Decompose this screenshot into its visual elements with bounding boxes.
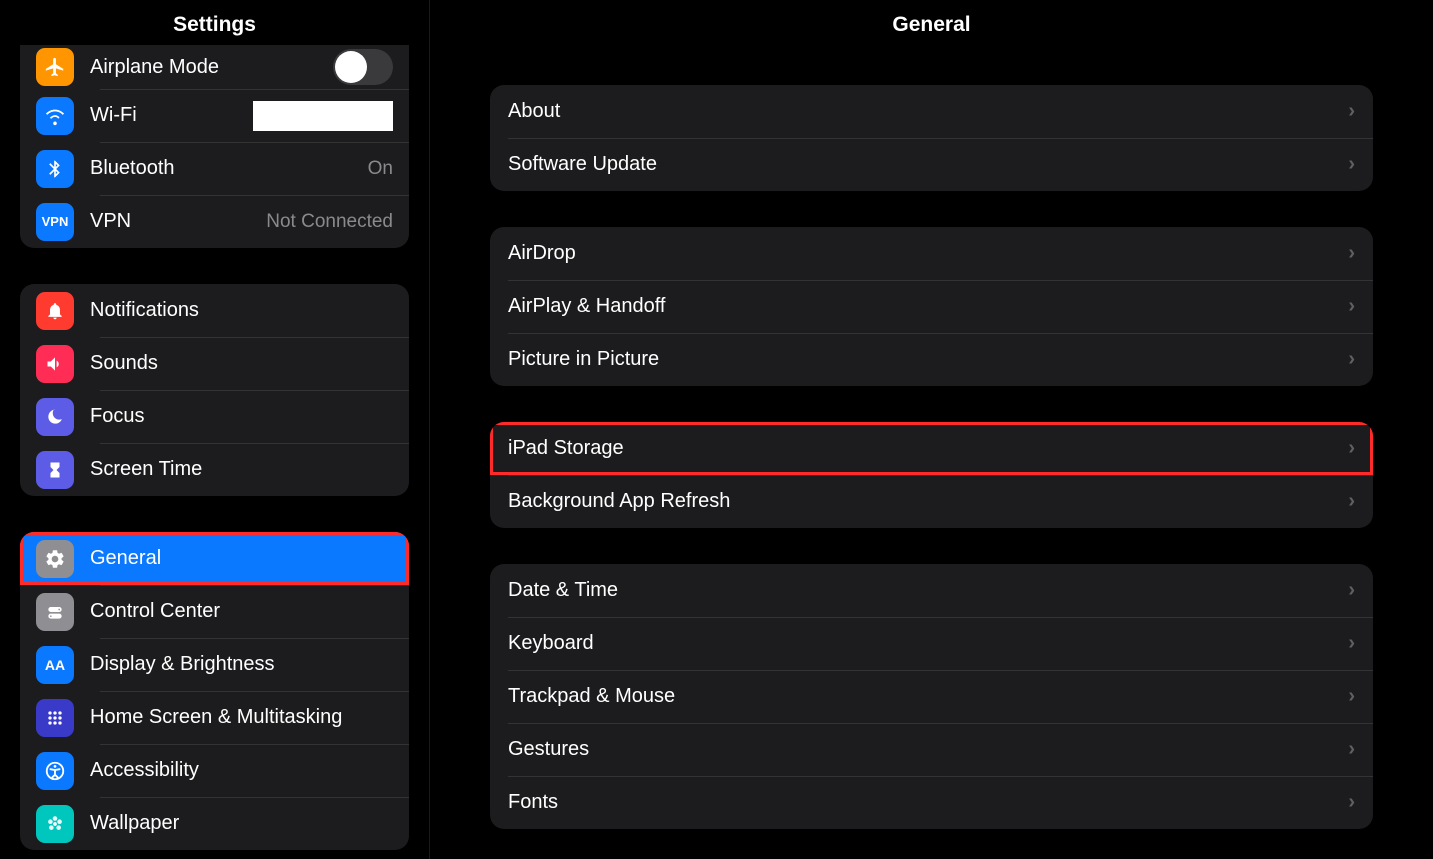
row-about[interactable]: About › <box>490 85 1373 138</box>
row-airdrop[interactable]: AirDrop › <box>490 227 1373 280</box>
sidebar-item-home-screen[interactable]: Home Screen & Multitasking <box>20 691 409 744</box>
row-ipad-storage[interactable]: iPad Storage › <box>490 422 1373 475</box>
content-title-bar: General <box>430 0 1433 45</box>
general-group-storage: iPad Storage › Background App Refresh › <box>490 422 1373 528</box>
row-background-app-refresh[interactable]: Background App Refresh › <box>490 475 1373 528</box>
chevron-right-icon: › <box>1348 685 1355 708</box>
row-software-update[interactable]: Software Update › <box>490 138 1373 191</box>
keyboard-label: Keyboard <box>508 632 1348 655</box>
wifi-label: Wi-Fi <box>90 104 253 127</box>
wifi-icon <box>36 97 74 135</box>
storage-label: iPad Storage <box>508 437 1348 460</box>
airplane-label: Airplane Mode <box>90 56 333 79</box>
flower-icon <box>36 805 74 843</box>
moon-icon <box>36 398 74 436</box>
row-airplay-handoff[interactable]: AirPlay & Handoff › <box>490 280 1373 333</box>
pip-label: Picture in Picture <box>508 348 1348 371</box>
speaker-icon <box>36 345 74 383</box>
switches-icon <box>36 593 74 631</box>
sidebar-title-bar: Settings <box>0 0 429 45</box>
content-title: General <box>892 13 970 37</box>
sidebar-item-general[interactable]: General <box>20 532 409 585</box>
sidebar-item-wifi[interactable]: Wi-Fi <box>20 89 409 142</box>
focus-label: Focus <box>90 405 393 428</box>
general-group-input: Date & Time › Keyboard › Trackpad & Mous… <box>490 564 1373 829</box>
fonts-label: Fonts <box>508 791 1348 814</box>
chevron-right-icon: › <box>1348 791 1355 814</box>
sidebar-item-wallpaper[interactable]: Wallpaper <box>20 797 409 850</box>
vpn-icon: VPN <box>36 203 74 241</box>
sidebar-item-airplane-mode[interactable]: Airplane Mode <box>20 45 409 89</box>
chevron-right-icon: › <box>1348 579 1355 602</box>
chevron-right-icon: › <box>1348 153 1355 176</box>
chevron-right-icon: › <box>1348 242 1355 265</box>
sidebar-item-control-center[interactable]: Control Center <box>20 585 409 638</box>
software-label: Software Update <box>508 153 1348 176</box>
vpn-value: Not Connected <box>266 211 393 233</box>
vpn-label: VPN <box>90 210 266 233</box>
grid-icon <box>36 699 74 737</box>
row-keyboard[interactable]: Keyboard › <box>490 617 1373 670</box>
row-trackpad-mouse[interactable]: Trackpad & Mouse › <box>490 670 1373 723</box>
settings-sidebar: Settings Airplane Mode Wi-Fi Bluetooth O… <box>0 0 430 859</box>
row-picture-in-picture[interactable]: Picture in Picture › <box>490 333 1373 386</box>
airplane-icon <box>36 48 74 86</box>
sidebar-item-vpn[interactable]: VPN VPN Not Connected <box>20 195 409 248</box>
accessibility-label: Accessibility <box>90 759 393 782</box>
chevron-right-icon: › <box>1348 632 1355 655</box>
wifi-value-redacted <box>253 101 393 131</box>
notifications-label: Notifications <box>90 299 393 322</box>
sidebar-item-sounds[interactable]: Sounds <box>20 337 409 390</box>
controlcenter-label: Control Center <box>90 600 393 623</box>
sidebar-item-accessibility[interactable]: Accessibility <box>20 744 409 797</box>
bluetooth-label: Bluetooth <box>90 157 368 180</box>
wallpaper-label: Wallpaper <box>90 812 393 835</box>
bell-icon <box>36 292 74 330</box>
trackpad-label: Trackpad & Mouse <box>508 685 1348 708</box>
sidebar-group-alerts: Notifications Sounds Focus Screen Time <box>20 284 409 496</box>
chevron-right-icon: › <box>1348 437 1355 460</box>
hourglass-icon <box>36 451 74 489</box>
screentime-label: Screen Time <box>90 458 393 481</box>
accessibility-icon <box>36 752 74 790</box>
sounds-label: Sounds <box>90 352 393 375</box>
sidebar-item-notifications[interactable]: Notifications <box>20 284 409 337</box>
row-fonts[interactable]: Fonts › <box>490 776 1373 829</box>
row-gestures[interactable]: Gestures › <box>490 723 1373 776</box>
sidebar-item-screen-time[interactable]: Screen Time <box>20 443 409 496</box>
general-group-about: About › Software Update › <box>490 85 1373 191</box>
about-label: About <box>508 100 1348 123</box>
sidebar-item-display-brightness[interactable]: AA Display & Brightness <box>20 638 409 691</box>
sidebar-item-focus[interactable]: Focus <box>20 390 409 443</box>
general-group-sharing: AirDrop › AirPlay & Handoff › Picture in… <box>490 227 1373 386</box>
bluetooth-value: On <box>368 158 393 180</box>
sidebar-item-bluetooth[interactable]: Bluetooth On <box>20 142 409 195</box>
text-size-icon: AA <box>36 646 74 684</box>
row-date-time[interactable]: Date & Time › <box>490 564 1373 617</box>
homescreen-label: Home Screen & Multitasking <box>90 706 393 729</box>
bgrefresh-label: Background App Refresh <box>508 490 1348 513</box>
sidebar-title: Settings <box>173 13 256 37</box>
airdrop-label: AirDrop <box>508 242 1348 265</box>
bluetooth-icon <box>36 150 74 188</box>
sidebar-group-network: Airplane Mode Wi-Fi Bluetooth On VPN VPN… <box>20 45 409 248</box>
chevron-right-icon: › <box>1348 100 1355 123</box>
chevron-right-icon: › <box>1348 738 1355 761</box>
gear-icon <box>36 540 74 578</box>
chevron-right-icon: › <box>1348 295 1355 318</box>
gestures-label: Gestures <box>508 738 1348 761</box>
chevron-right-icon: › <box>1348 490 1355 513</box>
datetime-label: Date & Time <box>508 579 1348 602</box>
chevron-right-icon: › <box>1348 348 1355 371</box>
display-label: Display & Brightness <box>90 653 393 676</box>
airplay-label: AirPlay & Handoff <box>508 295 1348 318</box>
content-pane: General About › Software Update › AirDro… <box>430 0 1433 859</box>
general-label: General <box>90 547 393 570</box>
airplane-toggle[interactable] <box>333 49 393 85</box>
sidebar-group-device: General Control Center AA Display & Brig… <box>20 532 409 850</box>
